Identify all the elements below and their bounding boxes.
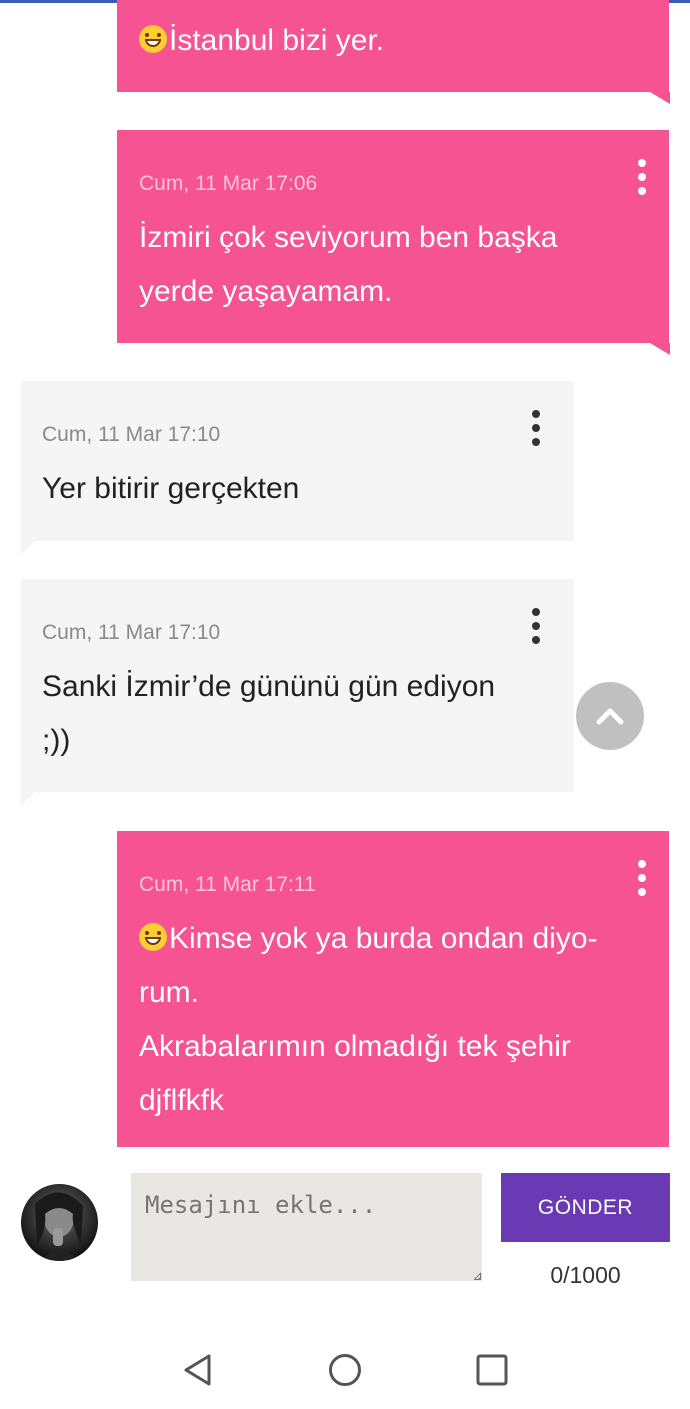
grinning-emoji-icon — [139, 25, 167, 53]
back-triangle-icon[interactable] — [181, 1353, 215, 1387]
message-input[interactable] — [131, 1173, 482, 1281]
chevron-up-icon — [596, 708, 624, 725]
message-timestamp: Cum, 11 Mar 17:11 — [139, 873, 316, 896]
message-timestamp: Cum, 11 Mar 17:10 — [42, 423, 221, 446]
send-button[interactable]: GÖNDER — [501, 1173, 670, 1242]
bubble-tail — [21, 541, 35, 555]
textarea-resize-handle[interactable] — [474, 1273, 481, 1280]
message-timestamp: Cum, 11 Mar 17:10 — [42, 621, 221, 644]
chat-message-incoming: Cum, 11 Mar 17:10 Yer bitirir gerçekten — [21, 381, 574, 541]
home-circle-icon[interactable] — [328, 1353, 362, 1387]
user-avatar[interactable] — [21, 1184, 98, 1261]
grinning-emoji-icon — [139, 923, 167, 951]
message-text: Yer bitirir gerçekten — [42, 472, 300, 505]
system-navigation-bar — [0, 1320, 690, 1409]
bubble-tail — [650, 92, 670, 104]
message-options-button[interactable] — [526, 408, 546, 448]
chat-message-outgoing: Cum, 11 Mar 17:06 İzmiri çok seviyorum b… — [117, 130, 669, 343]
avatar-photo — [35, 1192, 83, 1261]
message-text: İstanbul bizi yer. — [139, 14, 384, 68]
message-options-button[interactable] — [632, 858, 652, 898]
bubble-tail — [650, 343, 670, 355]
character-counter: 0/1000 — [550, 1262, 621, 1288]
message-text: Kimse yok ya burda ondan diyo- rum. Akra… — [139, 922, 598, 1117]
message-text: Sanki İzmir’de gününü gün ediyon ;)) — [42, 670, 496, 757]
message-text: İzmiri çok seviyorum ben başka yerde yaş… — [139, 221, 558, 308]
chat-message-incoming: Cum, 11 Mar 17:10 Sanki İzmir’de gününü … — [21, 579, 574, 792]
message-timestamp: Cum, 11 Mar 17:06 — [139, 172, 318, 195]
chat-message-outgoing: Cum, 11 Mar 17:11 Kimse yok ya burda ond… — [117, 831, 669, 1147]
message-options-button[interactable] — [526, 606, 546, 646]
message-options-button[interactable] — [632, 157, 652, 197]
scroll-to-top-button[interactable] — [576, 682, 644, 750]
recents-square-icon[interactable] — [475, 1353, 509, 1387]
chat-message-outgoing: İstanbul bizi yer. — [117, 0, 669, 92]
bubble-tail — [21, 792, 35, 806]
